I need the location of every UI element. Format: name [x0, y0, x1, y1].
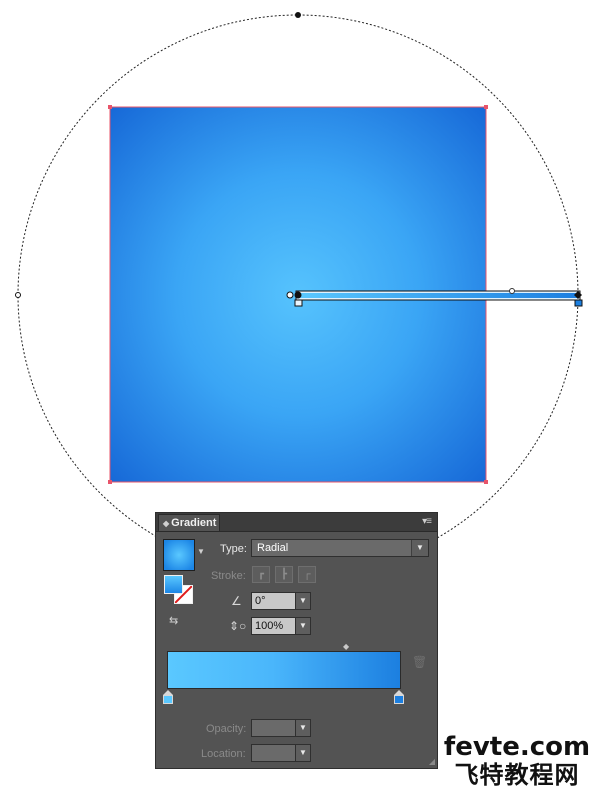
trash-icon: 🗑: [412, 655, 428, 669]
gradient-preview-swatch[interactable]: [163, 539, 195, 571]
gradient-slider-bar[interactable]: [167, 651, 401, 689]
watermark-name: 飞特教程网: [454, 761, 580, 789]
chevron-down-icon[interactable]: ▼: [295, 719, 311, 737]
resize-grip-icon[interactable]: ◢: [429, 757, 435, 766]
annotator-origin-handle[interactable]: [286, 291, 294, 299]
opacity-label: Opacity:: [206, 723, 247, 735]
aspect-ratio-icon: ⇕○: [229, 619, 247, 633]
gradient-stop-end[interactable]: [394, 690, 404, 704]
stroke-within-button[interactable]: ┏: [252, 566, 270, 583]
angle-icon: ∠: [231, 594, 242, 608]
collapse-arrows-icon[interactable]: ◆: [163, 519, 169, 528]
chevron-down-icon: ▼: [411, 540, 428, 556]
annotator-start-stop[interactable]: [294, 299, 303, 307]
gradient-midpoint-diamond[interactable]: ◆: [343, 642, 349, 651]
tab-label: Gradient: [171, 517, 217, 529]
gradient-panel: ◆ Gradient ▾≡ ▼ ⇆ Type: Radial ▼ Stroke: …: [155, 512, 438, 769]
aspect-value: 100%: [255, 620, 284, 632]
selection-handle[interactable]: [108, 480, 112, 484]
reverse-gradient-icon[interactable]: ⇆: [169, 614, 178, 627]
chevron-down-icon[interactable]: ▼: [295, 744, 311, 762]
opacity-field[interactable]: ▼: [251, 719, 311, 737]
gradient-stop-start[interactable]: [163, 690, 173, 704]
fill-swatch[interactable]: [164, 575, 183, 594]
type-dropdown[interactable]: Radial ▼: [251, 539, 429, 557]
swatch-dropdown-icon[interactable]: ▼: [197, 547, 205, 556]
tab-gradient[interactable]: ◆ Gradient: [158, 514, 220, 531]
selection-handle[interactable]: [484, 480, 488, 484]
angle-field[interactable]: 0° ▼: [251, 592, 311, 610]
annotator-midpoint[interactable]: [509, 288, 515, 294]
annotator-start-point[interactable]: [294, 291, 302, 299]
site-watermark: fevte.com 飞特教程网: [437, 733, 597, 789]
panel-header: ◆ Gradient ▾≡: [156, 513, 437, 532]
gradient-annotator-fill: [298, 293, 578, 298]
aspect-ratio-field[interactable]: 100% ▼: [251, 617, 311, 635]
ellipse-top-handle[interactable]: [295, 12, 301, 18]
location-field[interactable]: ▼: [251, 744, 311, 762]
type-value: Radial: [257, 542, 289, 554]
selection-handle[interactable]: [484, 105, 488, 109]
stroke-across-button[interactable]: ┌: [298, 566, 316, 583]
location-label: Location:: [201, 748, 246, 760]
chevron-down-icon[interactable]: ▼: [295, 592, 311, 610]
chevron-down-icon[interactable]: ▼: [295, 617, 311, 635]
stroke-along-button[interactable]: ┣: [275, 566, 293, 583]
selection-handle[interactable]: [108, 105, 112, 109]
angle-value: 0°: [255, 595, 266, 607]
watermark-domain: fevte.com: [443, 732, 591, 762]
stroke-label: Stroke:: [211, 570, 246, 582]
panel-menu-icon[interactable]: ▾≡: [422, 516, 432, 527]
annotator-end-stop[interactable]: [574, 299, 583, 307]
type-label: Type:: [220, 543, 247, 555]
ellipse-left-handle[interactable]: [15, 292, 21, 298]
